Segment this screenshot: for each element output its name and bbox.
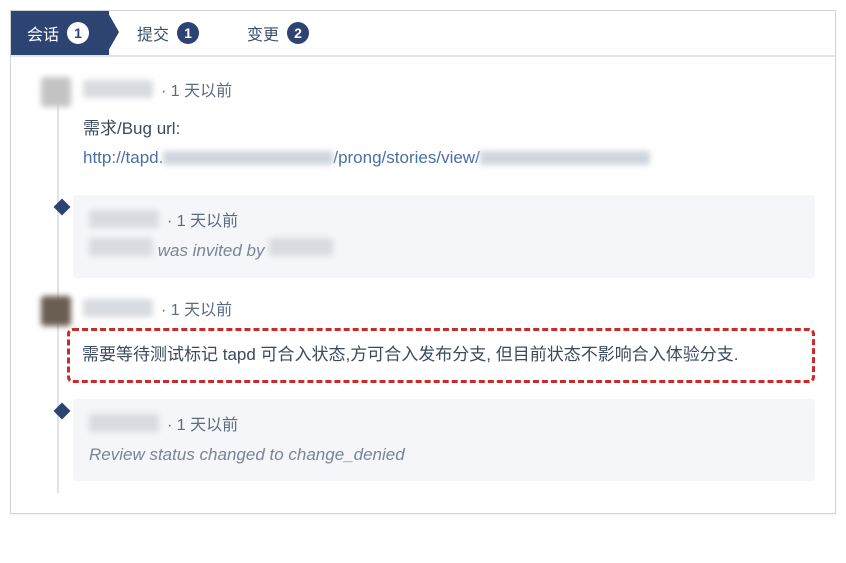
tab-label: 会话 [27, 21, 59, 45]
entry-body: Review status changed to change_denied [89, 441, 799, 470]
entry-header: · 1 天以前 [67, 296, 815, 320]
entry-header: · 1 天以前 [67, 77, 815, 101]
timeline-entry: · 1 天以前 需求/Bug url: http://tapd. /prong/s… [67, 77, 815, 183]
tab-label: 变更 [247, 21, 279, 45]
timeline: · 1 天以前 需求/Bug url: http://tapd. /prong/s… [11, 57, 835, 513]
username-redacted [83, 299, 153, 317]
bug-url-link[interactable]: http://tapd. /prong/stories/view/ [83, 144, 795, 173]
url-text-prefix: http://tapd. [83, 148, 163, 167]
tab-badge: 1 [67, 22, 89, 44]
tab-changes[interactable]: 变更 2 [223, 11, 329, 55]
tab-badge: 2 [287, 22, 309, 44]
invite-text: was invited by [153, 241, 269, 260]
username-redacted [89, 414, 159, 432]
tab-commits[interactable]: 提交 1 [113, 11, 219, 55]
timeline-entry: · 1 天以前 Review status changed to change_… [73, 399, 815, 482]
username-redacted [269, 238, 333, 256]
tab-label: 提交 [137, 21, 169, 45]
entry-header: · 1 天以前 [89, 411, 799, 435]
highlight-annotation: 需要等待测试标记 tapd 可合入状态,方可合入发布分支, 但目前状态不影响合入… [67, 328, 815, 383]
entry-body: 需求/Bug url: http://tapd. /prong/stories/v… [67, 109, 815, 183]
url-text-mid: /prong/stories/view/ [333, 148, 479, 167]
tab-bar: 会话 1 提交 1 变更 2 [11, 11, 835, 57]
tab-conversation[interactable]: 会话 1 [11, 11, 109, 55]
username-redacted [89, 210, 159, 228]
username-redacted [83, 80, 153, 98]
entry-body: 需要等待测试标记 tapd 可合入状态,方可合入发布分支, 但目前状态不影响合入… [78, 333, 804, 378]
entry-header: · 1 天以前 [89, 207, 799, 231]
entry-time: · 1 天以前 [161, 296, 232, 320]
activity-panel: 会话 1 提交 1 变更 2 · 1 天以前 需求/Bug url: http:… [10, 10, 836, 514]
entry-body: was invited by [89, 237, 799, 266]
timeline-entry: · 1 天以前 需要等待测试标记 tapd 可合入状态,方可合入发布分支, 但目… [67, 296, 815, 383]
entry-time: · 1 天以前 [167, 207, 238, 231]
avatar [41, 77, 71, 107]
entry-time: · 1 天以前 [167, 411, 238, 435]
tab-badge: 1 [177, 22, 199, 44]
username-redacted [89, 238, 153, 256]
entry-time: · 1 天以前 [161, 77, 232, 101]
timeline-entry: · 1 天以前 was invited by [73, 195, 815, 278]
url-label: 需求/Bug url: [83, 115, 795, 144]
avatar [41, 296, 71, 326]
url-redacted [480, 151, 650, 165]
url-redacted [163, 151, 333, 165]
